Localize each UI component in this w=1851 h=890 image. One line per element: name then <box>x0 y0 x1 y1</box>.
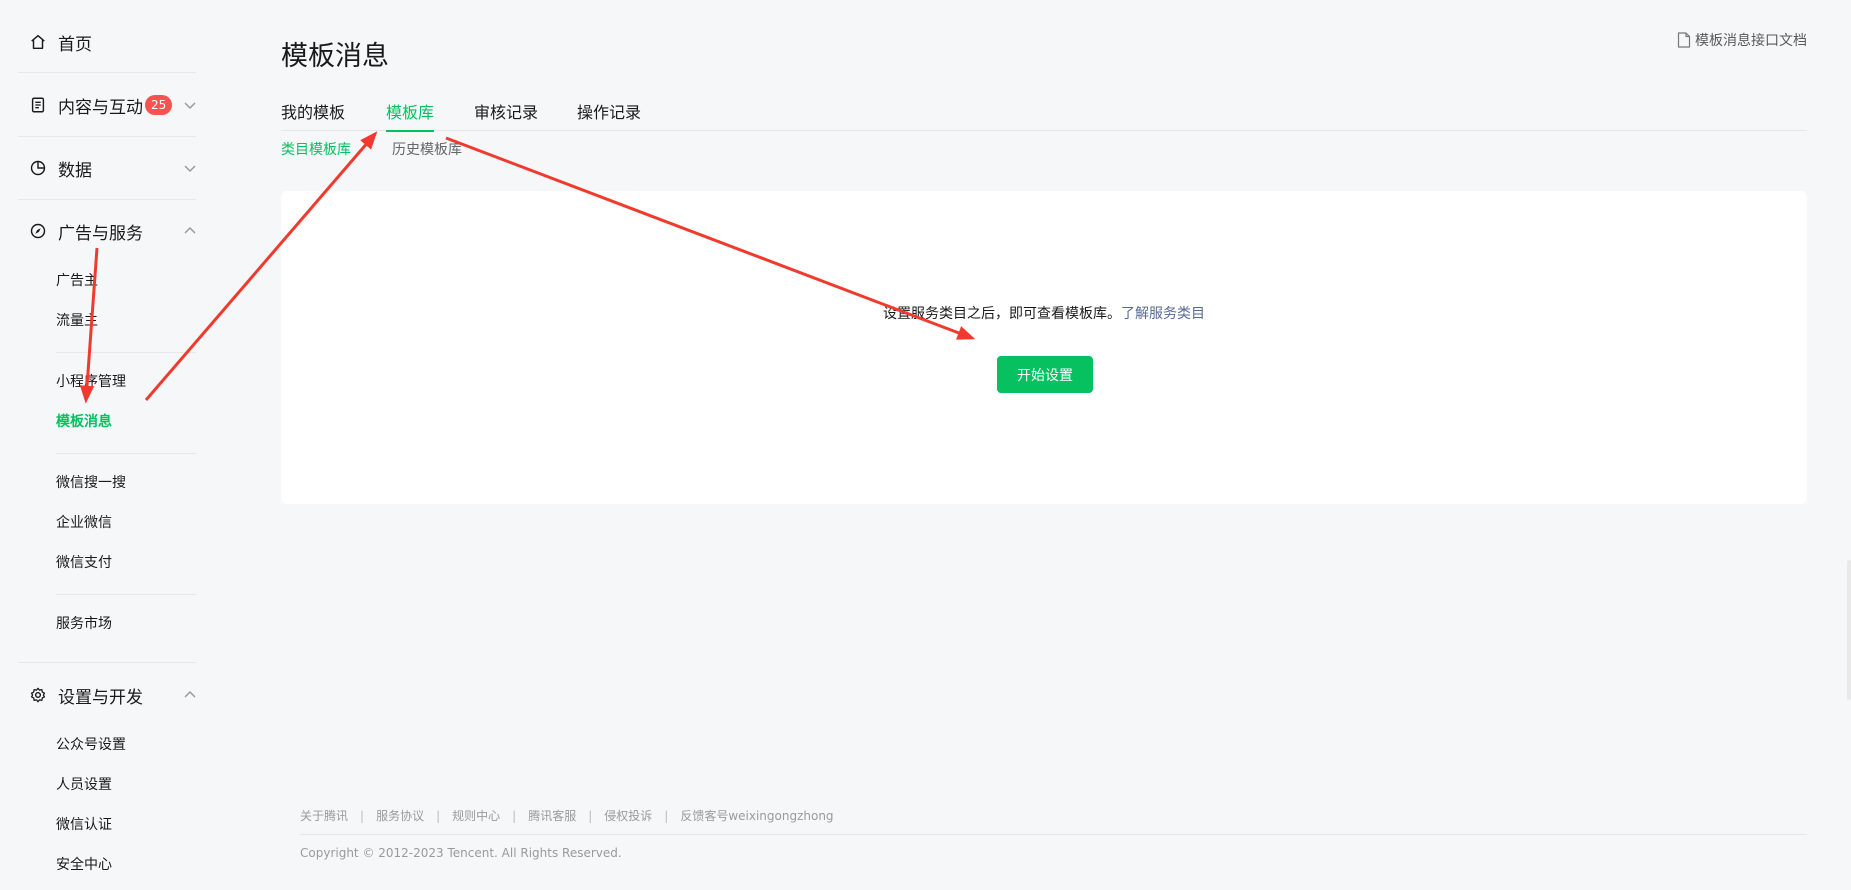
sidebar-item-member-settings[interactable]: 人员设置 <box>56 774 112 796</box>
sidebar-item-wechat-search[interactable]: 微信搜一搜 <box>56 472 126 494</box>
subtab-category-library[interactable]: 类目模板库 <box>281 139 351 159</box>
divider <box>18 199 196 200</box>
sidebar-item-content[interactable]: 内容与互动 25 <box>28 90 198 120</box>
start-setup-button[interactable]: 开始设置 <box>997 356 1093 393</box>
sidebar: 首页 内容与互动 25 数据 广告与服务 广告主 流量主 小程序管理 模板消息 … <box>0 0 230 890</box>
sidebar-item-account-settings[interactable]: 公众号设置 <box>56 734 126 756</box>
footer-divider <box>300 834 1807 835</box>
gear-icon <box>28 685 48 705</box>
sidebar-item-home[interactable]: 首页 <box>28 27 198 57</box>
chevron-down-icon[interactable] <box>182 160 198 176</box>
copyright: Copyright © 2012-2023 Tencent. All Right… <box>300 846 622 860</box>
api-doc-link[interactable]: 模板消息接口文档 <box>1677 30 1807 50</box>
footer-separator: | <box>588 808 593 823</box>
footer-links: 关于腾讯 | 服务协议 | 规则中心 | 腾讯客服 | 侵权投诉 | 反馈客号w… <box>300 807 834 824</box>
empty-state-card: 设置服务类目之后，即可查看模板库。了解服务类目 开始设置 <box>281 191 1807 504</box>
chevron-down-icon[interactable] <box>182 97 198 113</box>
pie-chart-icon <box>28 158 48 178</box>
sidebar-item-wecom[interactable]: 企业微信 <box>56 512 112 534</box>
file-icon <box>1677 32 1691 48</box>
home-icon <box>28 32 48 52</box>
sidebar-item-service-market[interactable]: 服务市场 <box>56 613 112 635</box>
document-icon <box>28 95 48 115</box>
chevron-up-icon[interactable] <box>182 687 198 703</box>
sidebar-item-label: 设置与开发 <box>58 687 143 708</box>
sidebar-item-security[interactable]: 安全中心 <box>56 854 112 876</box>
divider <box>18 136 196 137</box>
sidebar-item-verification[interactable]: 微信认证 <box>56 814 112 836</box>
divider <box>18 662 196 663</box>
scrollbar-track[interactable] <box>1847 560 1851 700</box>
learn-service-category-link[interactable]: 了解服务类目 <box>1121 306 1205 322</box>
sidebar-item-publisher[interactable]: 流量主 <box>56 310 98 332</box>
api-doc-link-label: 模板消息接口文档 <box>1695 33 1807 49</box>
footer-separator: | <box>664 808 669 823</box>
footer-link-agreement[interactable]: 服务协议 <box>376 807 424 824</box>
sidebar-item-advertiser[interactable]: 广告主 <box>56 270 98 292</box>
page-title: 模板消息 <box>281 41 389 72</box>
chevron-up-icon[interactable] <box>182 223 198 239</box>
footer-separator: | <box>512 808 517 823</box>
notification-badge: 25 <box>145 95 173 115</box>
footer-separator: | <box>436 808 441 823</box>
tab-my-templates[interactable]: 我的模板 <box>281 100 345 131</box>
footer-link-support[interactable]: 腾讯客服 <box>528 807 576 824</box>
divider <box>56 453 196 454</box>
sidebar-item-template-message[interactable]: 模板消息 <box>56 411 112 433</box>
sidebar-item-label: 广告与服务 <box>58 223 143 244</box>
sidebar-item-label: 首页 <box>58 34 92 55</box>
empty-state-text: 设置服务类目之后，即可查看模板库。 <box>883 306 1121 322</box>
sidebar-item-settings[interactable]: 设置与开发 <box>28 680 198 710</box>
sidebar-item-ads[interactable]: 广告与服务 <box>28 216 198 246</box>
subtab-history-library[interactable]: 历史模板库 <box>392 139 462 159</box>
compass-icon <box>28 221 48 241</box>
tab-operation-records[interactable]: 操作记录 <box>577 100 641 131</box>
divider <box>56 352 196 353</box>
tab-review-records[interactable]: 审核记录 <box>474 100 538 131</box>
empty-state-message: 设置服务类目之后，即可查看模板库。了解服务类目 <box>281 303 1807 323</box>
footer-link-rules[interactable]: 规则中心 <box>452 807 500 824</box>
footer-link-feedback[interactable]: 反馈客号weixingongzhong <box>680 807 833 824</box>
footer-separator: | <box>360 808 365 823</box>
sidebar-item-label: 内容与互动 <box>58 97 143 118</box>
app-root: 首页 内容与互动 25 数据 广告与服务 广告主 流量主 小程序管理 模板消息 … <box>0 0 1851 890</box>
tab-bar: 我的模板 模板库 审核记录 操作记录 <box>281 100 1807 132</box>
tab-template-library[interactable]: 模板库 <box>386 100 435 132</box>
divider <box>18 72 196 73</box>
sidebar-item-label: 数据 <box>58 160 92 181</box>
sidebar-item-miniprogram[interactable]: 小程序管理 <box>56 371 126 393</box>
sidebar-item-wechat-pay[interactable]: 微信支付 <box>56 552 112 574</box>
sidebar-item-data[interactable]: 数据 <box>28 153 198 183</box>
divider <box>56 594 196 595</box>
footer-link-about[interactable]: 关于腾讯 <box>300 807 348 824</box>
footer-link-infringement[interactable]: 侵权投诉 <box>604 807 652 824</box>
